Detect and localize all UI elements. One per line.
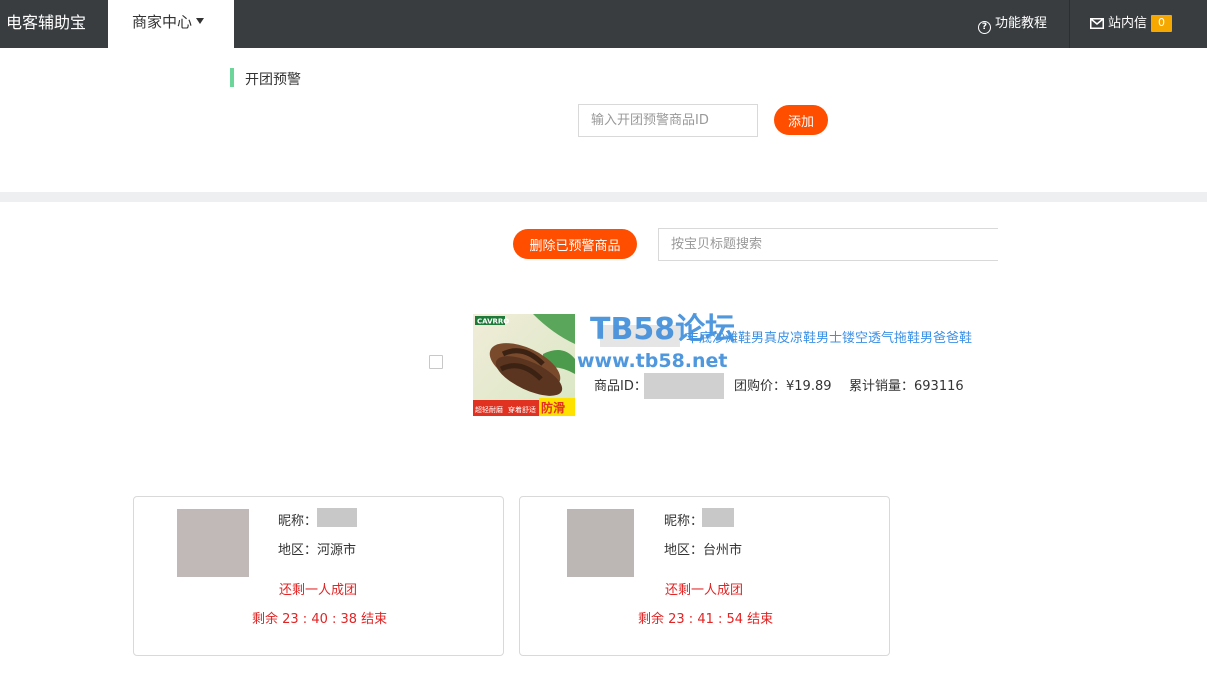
image-brand-text: CAVRRO xyxy=(477,318,509,326)
add-button[interactable]: 添加 xyxy=(774,105,828,135)
group-card: 昵称： 地区：河源市 还剩一人成团 剩余 23 : 40 : 38 结束 xyxy=(133,496,504,656)
nickname-redacted xyxy=(702,508,734,527)
section-title: 开团预警 xyxy=(245,72,301,88)
nav-merchant-center[interactable]: 商家中心 xyxy=(108,0,234,48)
caret-down-icon xyxy=(196,18,205,24)
remaining-people-text: 还剩一人成团 xyxy=(665,583,744,598)
nav-messages-label: 站内信 xyxy=(1108,16,1148,31)
group-card: 昵称： 地区：台州市 还剩一人成团 剩余 23 : 41 : 54 结束 xyxy=(519,496,890,656)
product-id-label: 商品ID： xyxy=(594,379,647,394)
message-count-badge: 0 xyxy=(1151,15,1173,32)
mail-icon xyxy=(1090,18,1104,29)
countdown-text: 剩余 23 : 40 : 38 结束 xyxy=(252,612,388,627)
product-image[interactable]: CAVRRO 超轻耐磨 穿着舒适 防滑 xyxy=(473,314,575,416)
image-text-right: 穿着舒适 xyxy=(508,405,536,414)
countdown-text: 剩余 23 : 41 : 54 结束 xyxy=(638,612,774,627)
image-badge-text: 防滑 xyxy=(541,400,565,415)
help-circle-icon: ? xyxy=(978,21,991,34)
region-value: 台州市 xyxy=(703,543,743,558)
image-text-left: 超轻耐磨 xyxy=(475,405,503,414)
nav-tutorial[interactable]: ? 功能教程 xyxy=(978,0,1047,48)
brand-logo[interactable]: 电客辅助宝 xyxy=(0,0,108,48)
nav-merchant-label: 商家中心 xyxy=(132,13,193,31)
sales-value: 693116 xyxy=(914,379,964,394)
nickname-label: 昵称： xyxy=(664,514,704,529)
avatar xyxy=(567,509,634,577)
nickname-redacted xyxy=(317,508,357,527)
section-separator xyxy=(0,192,1207,202)
avatar xyxy=(177,509,249,577)
watermark-url: www.tb58.net xyxy=(577,350,728,372)
region-text: 地区：台州市 xyxy=(664,539,742,558)
delete-alerted-button[interactable]: 删除已预警商品 xyxy=(513,229,637,259)
remaining-people-text: 还剩一人成团 xyxy=(279,583,358,598)
price-value: ¥19.89 xyxy=(786,379,832,394)
title-search-input[interactable] xyxy=(658,228,998,261)
sales-label: 累计销量： xyxy=(849,379,915,394)
product-select-checkbox[interactable] xyxy=(429,355,443,369)
price-label: 团购价： xyxy=(734,379,787,394)
top-navbar: 电客辅助宝 商家中心 ? 功能教程 站内信 0 xyxy=(0,0,1207,48)
nav-divider xyxy=(1069,0,1070,48)
product-title-link[interactable]: 丰底沙滩鞋男真皮凉鞋男士镂空透气拖鞋男爸爸鞋 xyxy=(686,327,972,346)
product-id-input[interactable] xyxy=(578,104,758,137)
region-label: 地区： xyxy=(664,543,704,558)
sales-group: 累计销量：693116 xyxy=(849,375,964,394)
nav-tutorial-label: 功能教程 xyxy=(995,16,1048,31)
price-group: 团购价：¥19.89 xyxy=(734,375,832,394)
product-id-redacted xyxy=(644,373,724,399)
region-label: 地区： xyxy=(278,543,318,558)
nickname-label: 昵称： xyxy=(278,514,318,529)
section-marker xyxy=(230,68,234,87)
region-value: 河源市 xyxy=(317,543,357,558)
region-text: 地区：河源市 xyxy=(278,539,356,558)
nav-messages[interactable]: 站内信 0 xyxy=(1090,0,1173,48)
